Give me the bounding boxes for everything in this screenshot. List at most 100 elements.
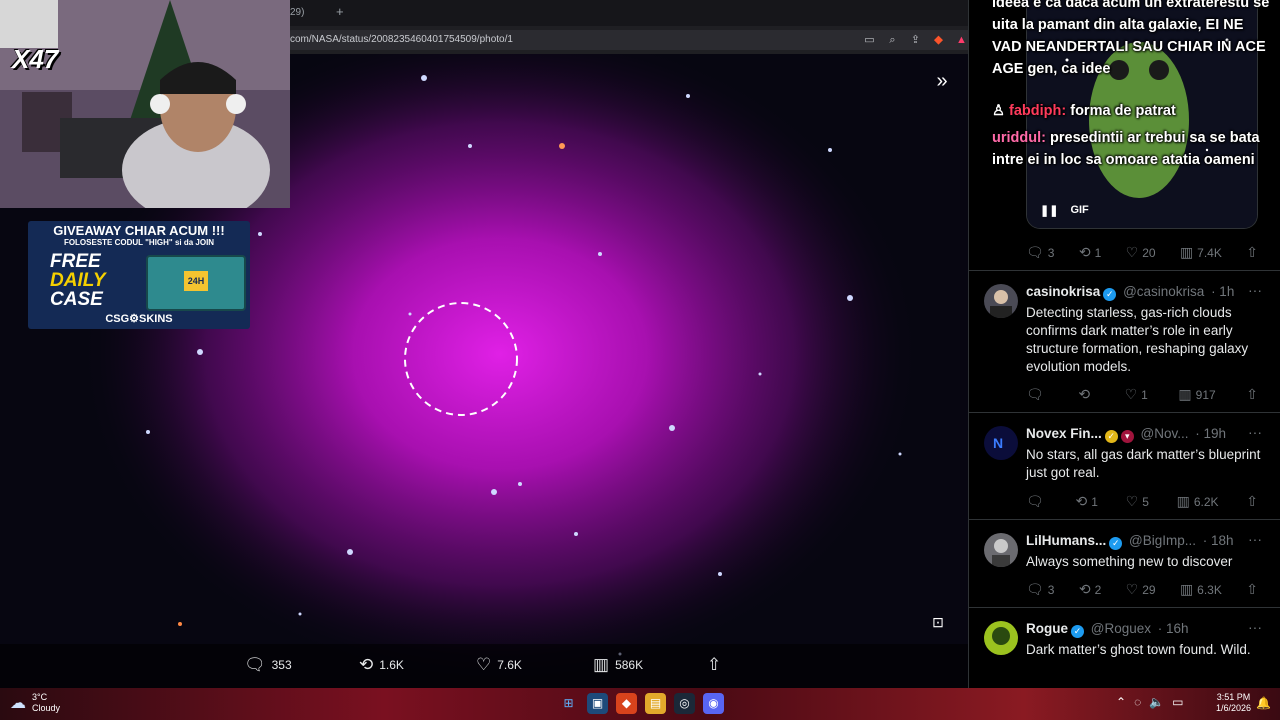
repost-metric[interactable]: ⟲ 1 [1076, 493, 1098, 510]
timestamp[interactable]: · 18h [1203, 533, 1234, 548]
share-up-icon: ⇧ [1246, 244, 1258, 260]
start-icon[interactable]: ⊞ [558, 693, 579, 714]
case-crate: 24H [146, 255, 246, 311]
tweet-header: Rogue ✓ @Roguex · 16h ··· [1026, 619, 1262, 638]
weather-widget[interactable]: ☁ 3°C Cloudy [10, 692, 60, 714]
expand-sidebar-icon[interactable]: » [928, 68, 956, 96]
avatar[interactable] [984, 533, 1018, 567]
tweet-header: LilHumans... ✓ @BigImp... · 18h ··· [1026, 531, 1262, 550]
views-metric[interactable]: ▥ 6.3K [1180, 581, 1222, 598]
views-metric[interactable]: ▥ 7.4K [1180, 244, 1222, 261]
rewards-icon[interactable]: ▲ [954, 33, 969, 48]
tweet-metrics: 🗨 ⟲ ♡ 1 ▥ 917 ⇧ [1026, 386, 1258, 403]
volume-icon[interactable]: 🔈 [1149, 695, 1164, 709]
reply-metric[interactable]: 🗨 [1026, 493, 1048, 510]
task-view-icon[interactable]: ▣ [587, 693, 608, 714]
timestamp[interactable]: · 16h [1158, 621, 1189, 636]
user-handle[interactable]: @casinokrisa [1123, 284, 1204, 299]
url-text[interactable]: com/NASA/status/2008235460401754509/phot… [290, 34, 513, 45]
verified-badge-icon: ✓ [1103, 288, 1117, 301]
display-name[interactable]: LilHumans... [1026, 533, 1106, 548]
display-name[interactable]: Rogue [1026, 621, 1068, 636]
reply-metric[interactable]: 🗨 3 [1026, 244, 1054, 261]
webcam-overlay: X47 [0, 0, 290, 208]
user-handle[interactable]: @Nov... [1141, 426, 1189, 441]
brave-shields-icon[interactable]: ◆ [931, 33, 946, 48]
repost-metric[interactable]: ⟲ 2 [1079, 581, 1101, 598]
share-metric[interactable]: ⇧ [1246, 386, 1258, 403]
repost-metric[interactable]: ⟲ [1078, 386, 1094, 403]
more-options-icon[interactable]: ··· [1248, 619, 1262, 635]
new-tab-button[interactable]: + [336, 4, 344, 19]
share-icon[interactable]: ⇪ [908, 33, 923, 48]
share-metric[interactable]: ⇧ [1246, 493, 1258, 510]
brave-browser-icon[interactable]: ◆ [616, 693, 637, 714]
tab-title[interactable]: 29) [290, 7, 304, 18]
reply-metric[interactable]: 🗨 [1026, 386, 1048, 403]
timestamp[interactable]: · 1h [1211, 284, 1234, 299]
like-button[interactable]: ♡ 7.6K [476, 655, 522, 675]
display-name[interactable]: casinokrisa [1026, 284, 1100, 299]
notification-bell-icon[interactable]: 🔔 [1256, 696, 1271, 710]
promo-free: FREE [50, 251, 101, 272]
repost-metric[interactable]: ⟲ 1 [1079, 244, 1101, 261]
windows-taskbar: ☁ 3°C Cloudy ⊞ ▣ ◆ ▤ ◎ ◉ ⌃ ◌ 🔈 ▭ 3:51 PM… [0, 688, 1280, 720]
pause-icon[interactable]: ❚❚ [1040, 204, 1058, 217]
avatar[interactable]: N [984, 426, 1018, 460]
views-icon: ▥ [1178, 386, 1192, 402]
chat-message: uriddul: presedintii ar trebui sa se bat… [992, 127, 1274, 171]
user-handle[interactable]: @Roguex [1091, 621, 1151, 636]
network-icon[interactable]: ◌ [1134, 695, 1141, 709]
file-explorer-icon[interactable]: ▤ [645, 693, 666, 714]
views-button[interactable]: ▥ 586K [593, 655, 643, 675]
more-options-icon[interactable]: ··· [1248, 531, 1262, 547]
promo-subline: FOLOSESTE CODUL "HIGH" si da JOIN [63, 238, 215, 247]
avatar[interactable] [984, 284, 1018, 318]
reply-icon: 🗨 [1026, 244, 1044, 260]
repost-icon: ⟲ [1078, 386, 1091, 402]
heart-icon: ♡ [1124, 386, 1138, 402]
like-metric[interactable]: ♡ 1 [1125, 386, 1148, 403]
share-metric[interactable]: ⇧ [1246, 581, 1258, 598]
gif-label: GIF [1070, 204, 1089, 216]
like-metric[interactable]: ♡ 5 [1126, 493, 1149, 510]
system-tray: ⌃ ◌ 🔈 ▭ [1116, 695, 1184, 709]
clock-date: 1/6/2026 [1216, 703, 1252, 713]
reply-button[interactable]: 🗨 353 [244, 655, 292, 675]
share-metric[interactable]: ⇧ [1246, 244, 1258, 261]
steam-icon[interactable]: ◎ [674, 693, 695, 714]
like-metric[interactable]: ♡ 20 [1126, 244, 1156, 261]
timestamp[interactable]: · 19h [1195, 426, 1226, 441]
more-options-icon[interactable]: ··· [1248, 282, 1262, 298]
gold-verified-badge-icon: ✓ [1104, 430, 1118, 443]
views-metric[interactable]: ▥ 6.2K [1177, 493, 1219, 510]
share-button[interactable]: ⇧ [707, 655, 721, 675]
reply-tweet[interactable]: Rogue ✓ @Roguex · 16h ··· Dark matter’s g… [984, 619, 1268, 681]
display-name[interactable]: Novex Fin... [1026, 426, 1102, 441]
avatar[interactable] [984, 621, 1018, 655]
image-edit-icon[interactable]: ⊡ [926, 610, 950, 634]
tweet-text: No stars, all gas dark matter’s blueprin… [1026, 447, 1261, 480]
zoom-icon[interactable]: ⌕ [885, 33, 900, 48]
heart-icon: ♡ [1125, 581, 1139, 597]
tweet-text: Always something new to discover [1026, 554, 1233, 569]
giveaway-banner[interactable]: GIVEAWAY CHIAR ACUM !!! FOLOSESTE CODUL … [28, 221, 250, 329]
reply-metric[interactable]: 🗨 3 [1026, 581, 1054, 598]
reply-count: 353 [271, 658, 292, 672]
temperature: 3°C [32, 692, 48, 702]
reader-mode-icon[interactable]: ▭ [862, 33, 877, 48]
repost-button[interactable]: ⟲ 1.6K [359, 655, 404, 675]
heart-icon: ♡ [1125, 493, 1139, 509]
address-bar-actions: ▭ ⌕ ⇪ ◆ ▲ [862, 30, 969, 50]
crate-tag: 24H [184, 271, 208, 291]
user-handle[interactable]: @BigImp... [1129, 533, 1196, 548]
more-options-icon[interactable]: ··· [1248, 424, 1262, 440]
system-clock[interactable]: 3:51 PM 1/6/2026 [1216, 692, 1251, 714]
views-icon: ▥ [593, 655, 610, 674]
like-metric[interactable]: ♡ 29 [1126, 581, 1156, 598]
views-count: 586K [615, 658, 644, 672]
views-metric[interactable]: ▥ 917 [1178, 386, 1215, 403]
display-icon[interactable]: ▭ [1172, 695, 1183, 709]
chevron-up-icon[interactable]: ⌃ [1116, 695, 1126, 709]
discord-icon[interactable]: ◉ [703, 693, 724, 714]
